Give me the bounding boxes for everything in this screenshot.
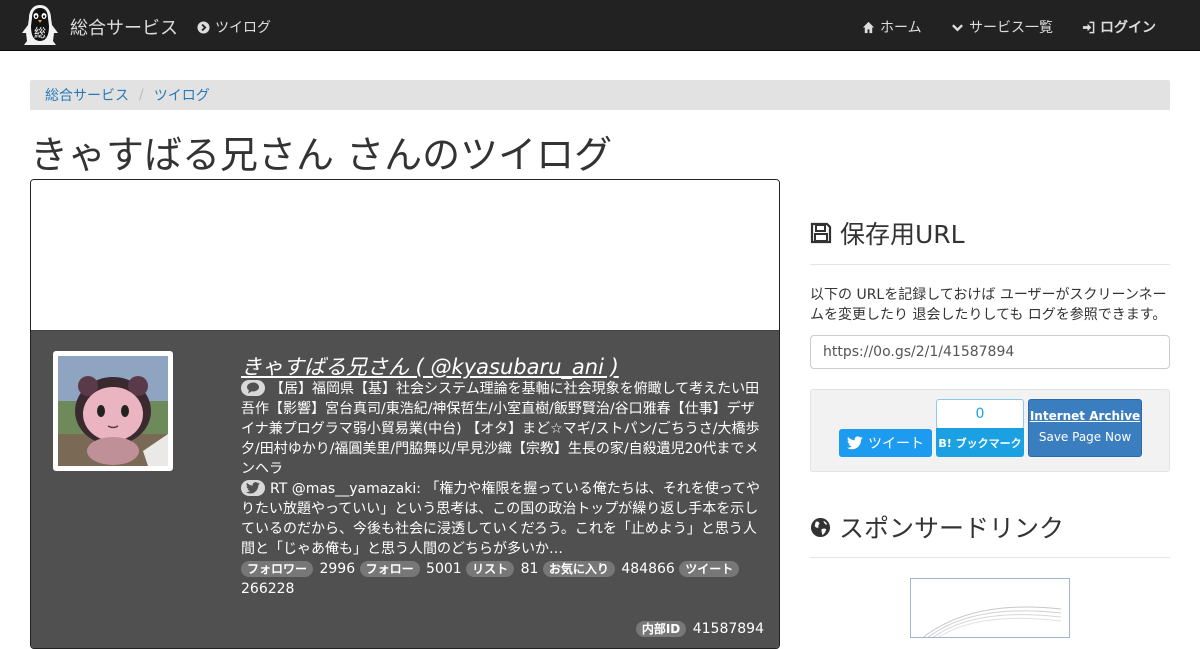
stat-lists-label: リスト [466,561,515,577]
stat-lists-value: 81 [520,561,539,577]
divider [810,264,1170,265]
nav-tweetlog[interactable]: ツイログ [197,17,271,37]
stat-following-label: フォロー [359,561,420,577]
internal-id-label: 内部ID [635,621,687,637]
chevron-circle-right-icon [197,20,210,34]
brand-name[interactable]: 総合サービス [70,14,178,40]
chevron-down-icon [952,23,963,32]
home-icon [862,21,875,33]
divider [810,557,1170,558]
nav-services[interactable]: サービス一覧 [951,17,1053,37]
nav-services-label: サービス一覧 [969,20,1053,36]
nav-home[interactable]: ホーム [862,17,922,37]
breadcrumb-separator: / [139,87,144,103]
profile-name-link[interactable]: きゃすばる兄さん ( @kyasubaru_ani ) [241,351,619,381]
page-title: きゃすばる兄さん さんのツイログ [30,133,613,177]
profile-panel: きゃすばる兄さん ( @kyasubaru_ani ) 【居】福岡県【基】社会シ… [30,179,780,649]
floppy-disk-icon [810,222,832,244]
stat-tweets-value: 266228 [241,581,295,597]
save-url-heading: 保存用URL [810,215,965,251]
profile-stats: フォロワー 2996 フォロー 5001 リスト 81 お気に入り 484866… [241,559,766,599]
nav-login[interactable]: ログイン [1082,17,1156,37]
tweet-button-label: ツイート [868,436,924,452]
stat-following-value: 5001 [426,561,462,577]
profile-bio: 【居】福岡県【基】社会システム理論を基軸に社会現象を俯瞰して考えたい田吾作【影響… [241,381,760,477]
top-navbar: 総 総合サービス ツイログ ホーム サービス一覧 ログイン [0,0,1200,51]
stat-favorites-label: お気に入り [542,561,615,577]
hatena-bookmark-button[interactable]: B! ブックマーク [936,428,1024,457]
sponsored-title: スポンサードリンク [839,514,1065,543]
nav-home-label: ホーム [880,20,922,36]
latest-tweet-line: RT @mas__yamazaki: 「権力や権限を握っている俺たちは、それを使… [241,479,766,559]
globe-icon [810,517,831,537]
stat-followers-value: 2996 [319,561,356,577]
stat-followers-label: フォロワー [241,561,314,577]
save-url-description: 以下の URLを記録しておけば ユーザーがスクリーンネームを変更したり 退会した… [810,287,1167,323]
penguin-logo[interactable]: 総 [18,3,62,47]
sponsored-ad[interactable] [910,578,1070,638]
nav-tweetlog-label: ツイログ [215,20,271,36]
sponsored-heading: スポンサードリンク [810,509,1064,545]
twitter-icon [847,436,863,450]
comment-icon [241,380,265,396]
breadcrumb-link-home[interactable]: 総合サービス [45,85,129,105]
share-buttons: ツイート 0 B! ブックマーク Internet Archive Save P… [810,389,1170,472]
internet-archive-button[interactable]: Internet Archive Save Page Now [1028,399,1142,457]
nav-login-label: ログイン [1100,20,1156,36]
profile-body: 【居】福岡県【基】社会システム理論を基軸に社会現象を俯瞰して考えたい田吾作【影響… [241,379,766,599]
internal-id-value: 41587894 [692,621,764,637]
logo-char: 総 [34,26,46,40]
stat-tweets-label: ツイート [679,561,740,577]
tweet-button[interactable]: ツイート [839,429,932,457]
avatar[interactable] [53,351,173,471]
breadcrumb-link-tweetlog[interactable]: ツイログ [154,85,210,105]
hatena-bookmark-count[interactable]: 0 [936,399,1024,429]
internet-archive-action: Save Page Now [1038,430,1132,444]
profile-banner [31,180,779,330]
profile-bio-line: 【居】福岡県【基】社会システム理論を基軸に社会現象を俯瞰して考えたい田吾作【影響… [241,379,766,479]
profile-card: きゃすばる兄さん ( @kyasubaru_ani ) 【居】福岡県【基】社会シ… [31,330,779,648]
twitter-icon [241,480,265,496]
internal-id: 内部ID 41587894 [635,621,764,637]
sign-in-icon [1082,21,1095,33]
breadcrumb: 総合サービス / ツイログ [30,80,1170,110]
internet-archive-title: Internet Archive [1029,409,1141,423]
stat-favorites-value: 484866 [621,561,675,577]
save-url-title: 保存用URL [840,220,965,249]
latest-tweet: RT @mas__yamazaki: 「権力や権限を握っている俺たちは、それを使… [241,481,760,557]
save-url-input[interactable] [810,335,1170,369]
ad-image [922,606,1062,637]
avatar-image [58,356,168,466]
